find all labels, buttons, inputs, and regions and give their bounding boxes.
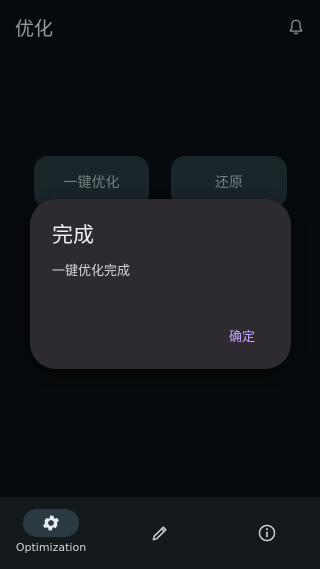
dialog-title: 完成 (52, 223, 94, 247)
confirm-button[interactable]: 确定 (229, 326, 255, 345)
bottom-navigation: Optimization (0, 497, 320, 569)
gear-icon (43, 515, 59, 531)
nav-active-indicator (23, 509, 79, 537)
info-icon (258, 524, 276, 542)
pencil-icon (152, 526, 167, 541)
nav-item-edit[interactable] (107, 497, 213, 569)
nav-item-label: Optimization (15, 541, 87, 554)
nav-item-info[interactable] (214, 497, 320, 569)
nav-item-optimization[interactable]: Optimization (0, 497, 106, 569)
completion-dialog: 完成 一键优化完成 确定 (30, 199, 291, 369)
dialog-message: 一键优化完成 (52, 264, 131, 279)
